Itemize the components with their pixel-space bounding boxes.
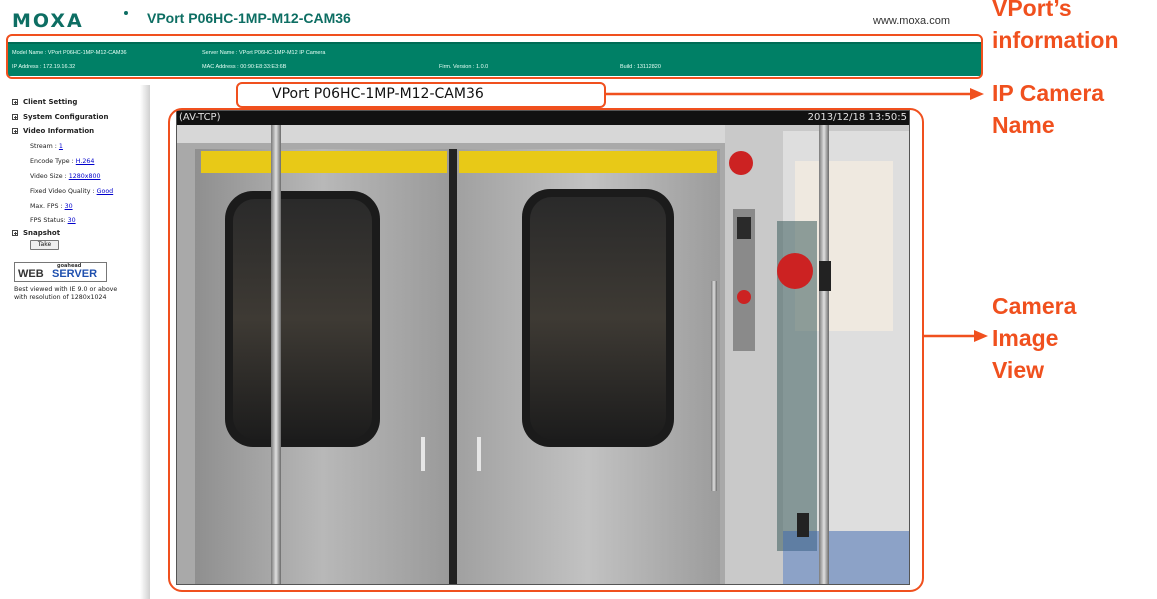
view-annotation: Camera Image View	[992, 293, 1077, 383]
callout-arrows	[606, 88, 988, 342]
name-arrow-icon	[970, 88, 984, 100]
name-annotation: IP Camera Name	[992, 80, 1105, 138]
view-arrow-icon	[974, 330, 988, 342]
info-annotation: VPort’s information	[992, 0, 1119, 53]
vport-web-console: MOXA VPort P06HC-1MP-M12-CAM36 www.moxa.…	[0, 0, 1157, 599]
